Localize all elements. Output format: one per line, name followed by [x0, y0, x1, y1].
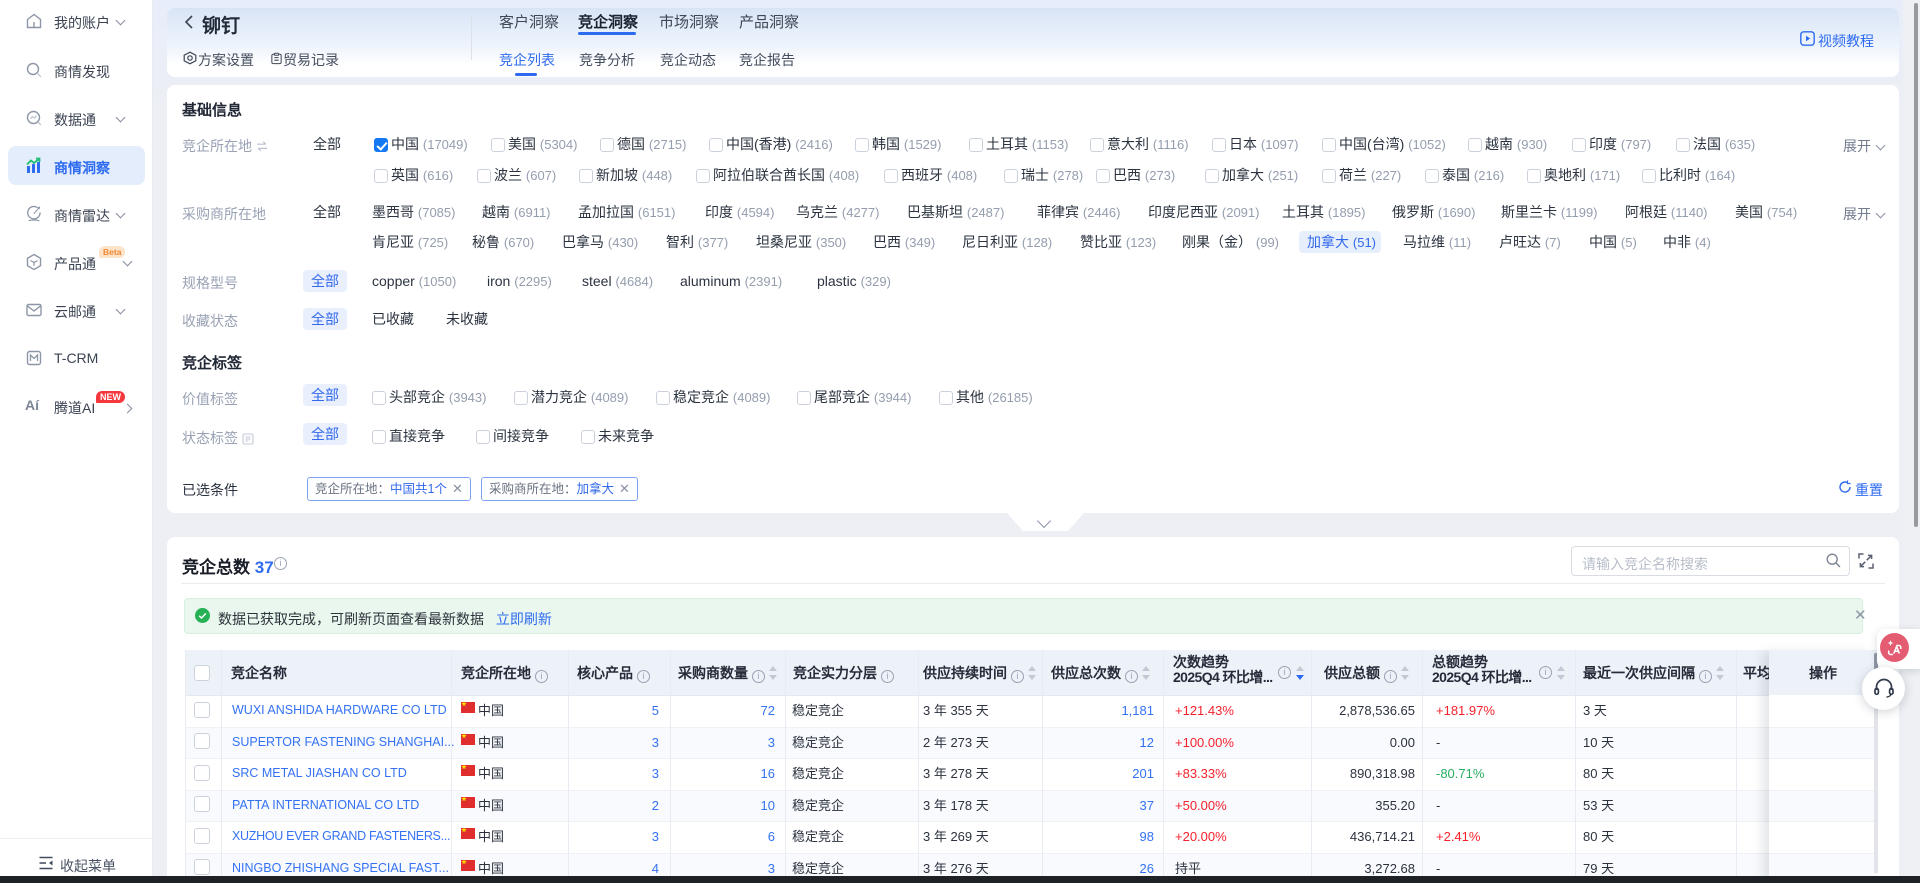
svg-text:Aí: Aí — [25, 397, 40, 413]
